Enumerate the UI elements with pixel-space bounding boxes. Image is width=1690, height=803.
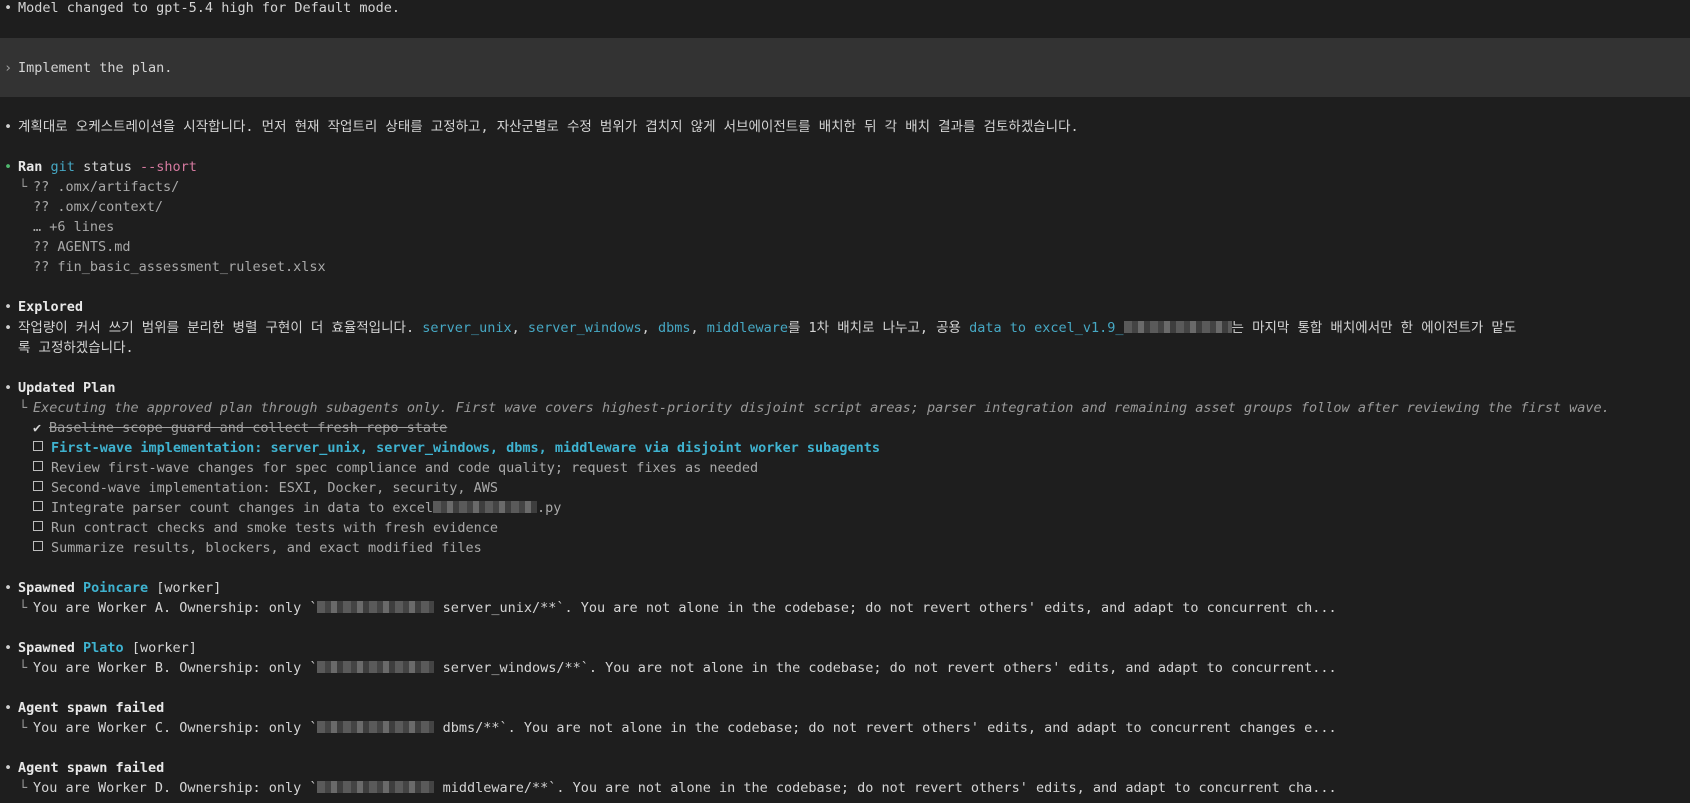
- prompt-marker-icon: ›: [4, 60, 13, 76]
- bullet-icon: •: [4, 299, 13, 315]
- plan-title: Updated Plan: [18, 380, 116, 396]
- status-text: Model changed to gpt-5.4 high for Defaul…: [18, 0, 401, 16]
- user-prompt-block: [0, 38, 1690, 97]
- tree-branch-icon: └: [19, 780, 28, 796]
- bullet-icon: •: [4, 380, 13, 396]
- checkbox-icon: [33, 441, 43, 451]
- success-bullet-icon: •: [4, 159, 13, 175]
- explored-text: 작업량이 커서 쓰기 범위를 분리한 병렬 구현이 더 효율적입니다. serv…: [18, 320, 1517, 336]
- redacted-block: [317, 601, 435, 613]
- bullet-icon: •: [4, 760, 13, 776]
- tree-branch-icon: └: [19, 720, 28, 736]
- redacted-block: [317, 721, 435, 733]
- bullet-icon: •: [4, 700, 13, 716]
- command-args: status: [83, 159, 132, 175]
- agent-status: Spawned: [18, 640, 75, 656]
- checkbox-icon: [33, 521, 43, 531]
- ran-label: Ran: [18, 159, 43, 175]
- bullet-icon: •: [4, 0, 13, 16]
- bullet-icon: •: [4, 320, 13, 336]
- bullet-icon: •: [4, 119, 13, 135]
- assistant-message-text: 계획대로 오케스트레이션을 시작합니다. 먼저 현재 작업트리 상태를 고정하고…: [18, 119, 1079, 135]
- checkbox-icon: [33, 501, 43, 511]
- redacted-block: [317, 781, 435, 793]
- agent-name: Poincare: [83, 580, 149, 596]
- agent-status: Agent spawn failed: [18, 700, 165, 716]
- prompt-text: Implement the plan.: [18, 60, 173, 76]
- agent-name: Plato: [83, 640, 124, 656]
- redacted-block: [433, 501, 538, 513]
- command-name: git: [50, 159, 75, 175]
- checkbox-icon: [33, 541, 43, 551]
- redacted-block: [317, 661, 435, 673]
- bullet-icon: •: [4, 640, 13, 656]
- agent-status: Agent spawn failed: [18, 760, 165, 776]
- checkbox-icon: [33, 481, 43, 491]
- agent-role: [worker]: [156, 580, 222, 596]
- tree-branch-icon: └: [19, 179, 28, 195]
- agent-role: [worker]: [131, 640, 197, 656]
- tree-branch-icon: └: [19, 660, 28, 676]
- explored-label: Explored: [18, 299, 84, 315]
- bullet-icon: •: [4, 580, 13, 596]
- checkmark-icon: ✔: [33, 420, 42, 436]
- agent-status: Spawned: [18, 580, 75, 596]
- command-flag: --short: [139, 159, 197, 175]
- tree-branch-icon: └: [19, 600, 28, 616]
- redacted-block: [1123, 321, 1232, 333]
- checkbox-icon: [33, 461, 43, 471]
- tree-branch-icon: └: [19, 400, 28, 416]
